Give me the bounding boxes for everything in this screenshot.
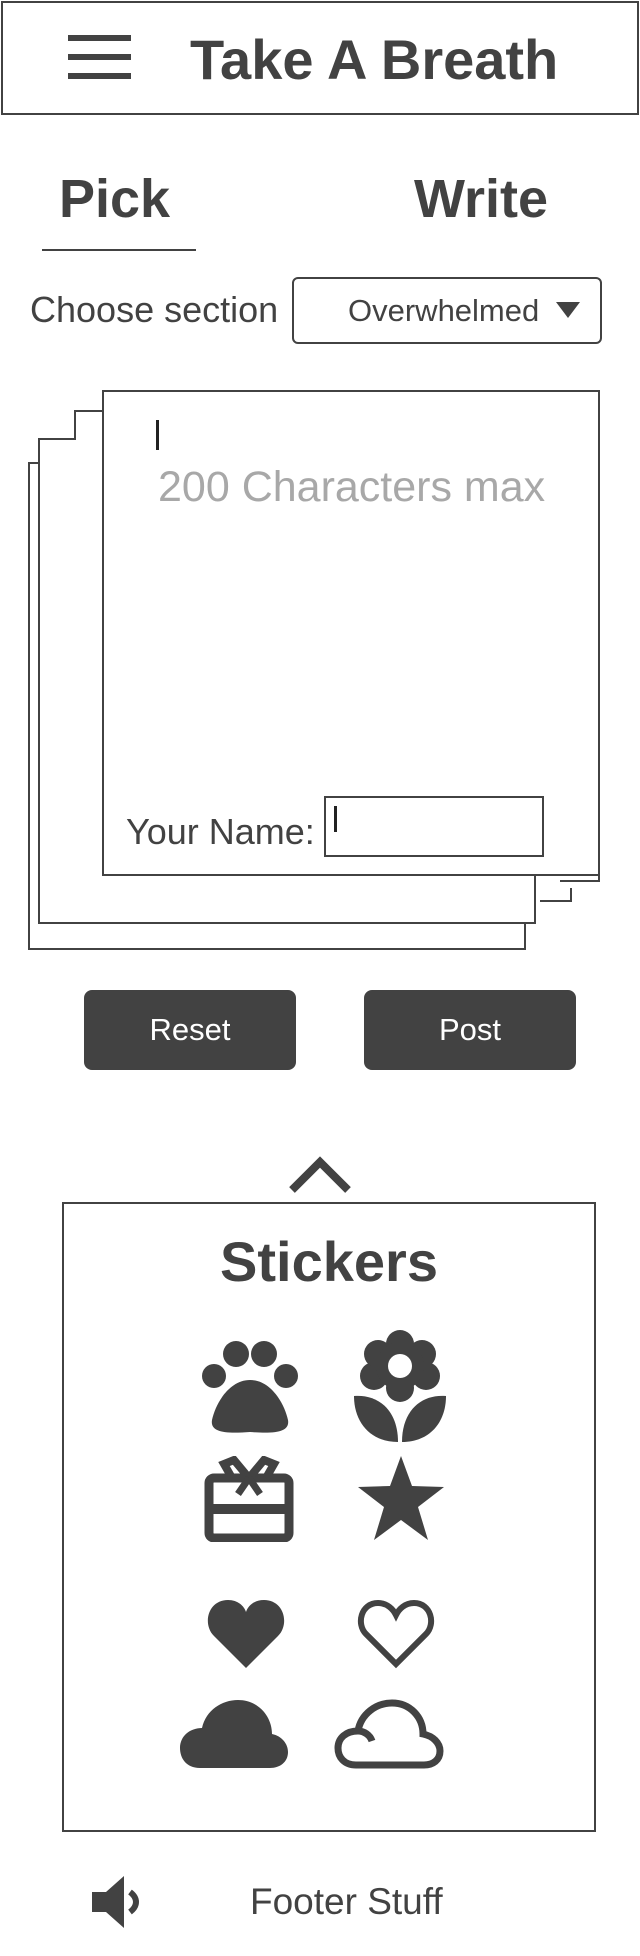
tab-pick[interactable]: Pick [59, 167, 170, 231]
app-title: Take A Breath [190, 28, 559, 91]
hamburger-menu-icon[interactable] [68, 35, 131, 79]
note-text-cursor [156, 420, 159, 450]
post-button[interactable]: Post [364, 990, 576, 1070]
speaker-icon[interactable] [92, 1874, 142, 1930]
chevron-up-icon[interactable] [288, 1154, 352, 1194]
reset-button[interactable]: Reset [84, 990, 296, 1070]
name-input-cursor [334, 806, 337, 832]
section-dropdown[interactable]: Overwhelmed [292, 277, 602, 344]
note-textarea[interactable]: 200 Characters max [158, 462, 545, 512]
cloud-outline-icon[interactable] [334, 1698, 444, 1770]
tab-write[interactable]: Write [414, 167, 548, 231]
paw-icon[interactable] [200, 1338, 300, 1434]
flower-icon[interactable] [352, 1330, 448, 1444]
star-icon[interactable] [356, 1454, 446, 1542]
heart-filled-icon[interactable] [206, 1596, 286, 1670]
heart-outline-icon[interactable] [356, 1596, 436, 1670]
choose-section-label: Choose section [30, 289, 279, 330]
caret-down-icon [556, 302, 580, 318]
footer-text: Footer Stuff [250, 1881, 443, 1922]
your-name-label: Your Name: [126, 811, 315, 852]
note-stack-edge [540, 888, 572, 902]
active-tab-indicator [42, 249, 196, 251]
gift-icon[interactable] [204, 1456, 294, 1542]
stickers-panel: Stickers [62, 1202, 596, 1832]
stickers-title: Stickers [220, 1230, 438, 1293]
note-card: 200 Characters max Your Name: [102, 390, 600, 876]
cloud-filled-icon[interactable] [180, 1698, 288, 1770]
name-input[interactable] [324, 796, 544, 857]
section-dropdown-value: Overwhelmed [348, 293, 540, 328]
